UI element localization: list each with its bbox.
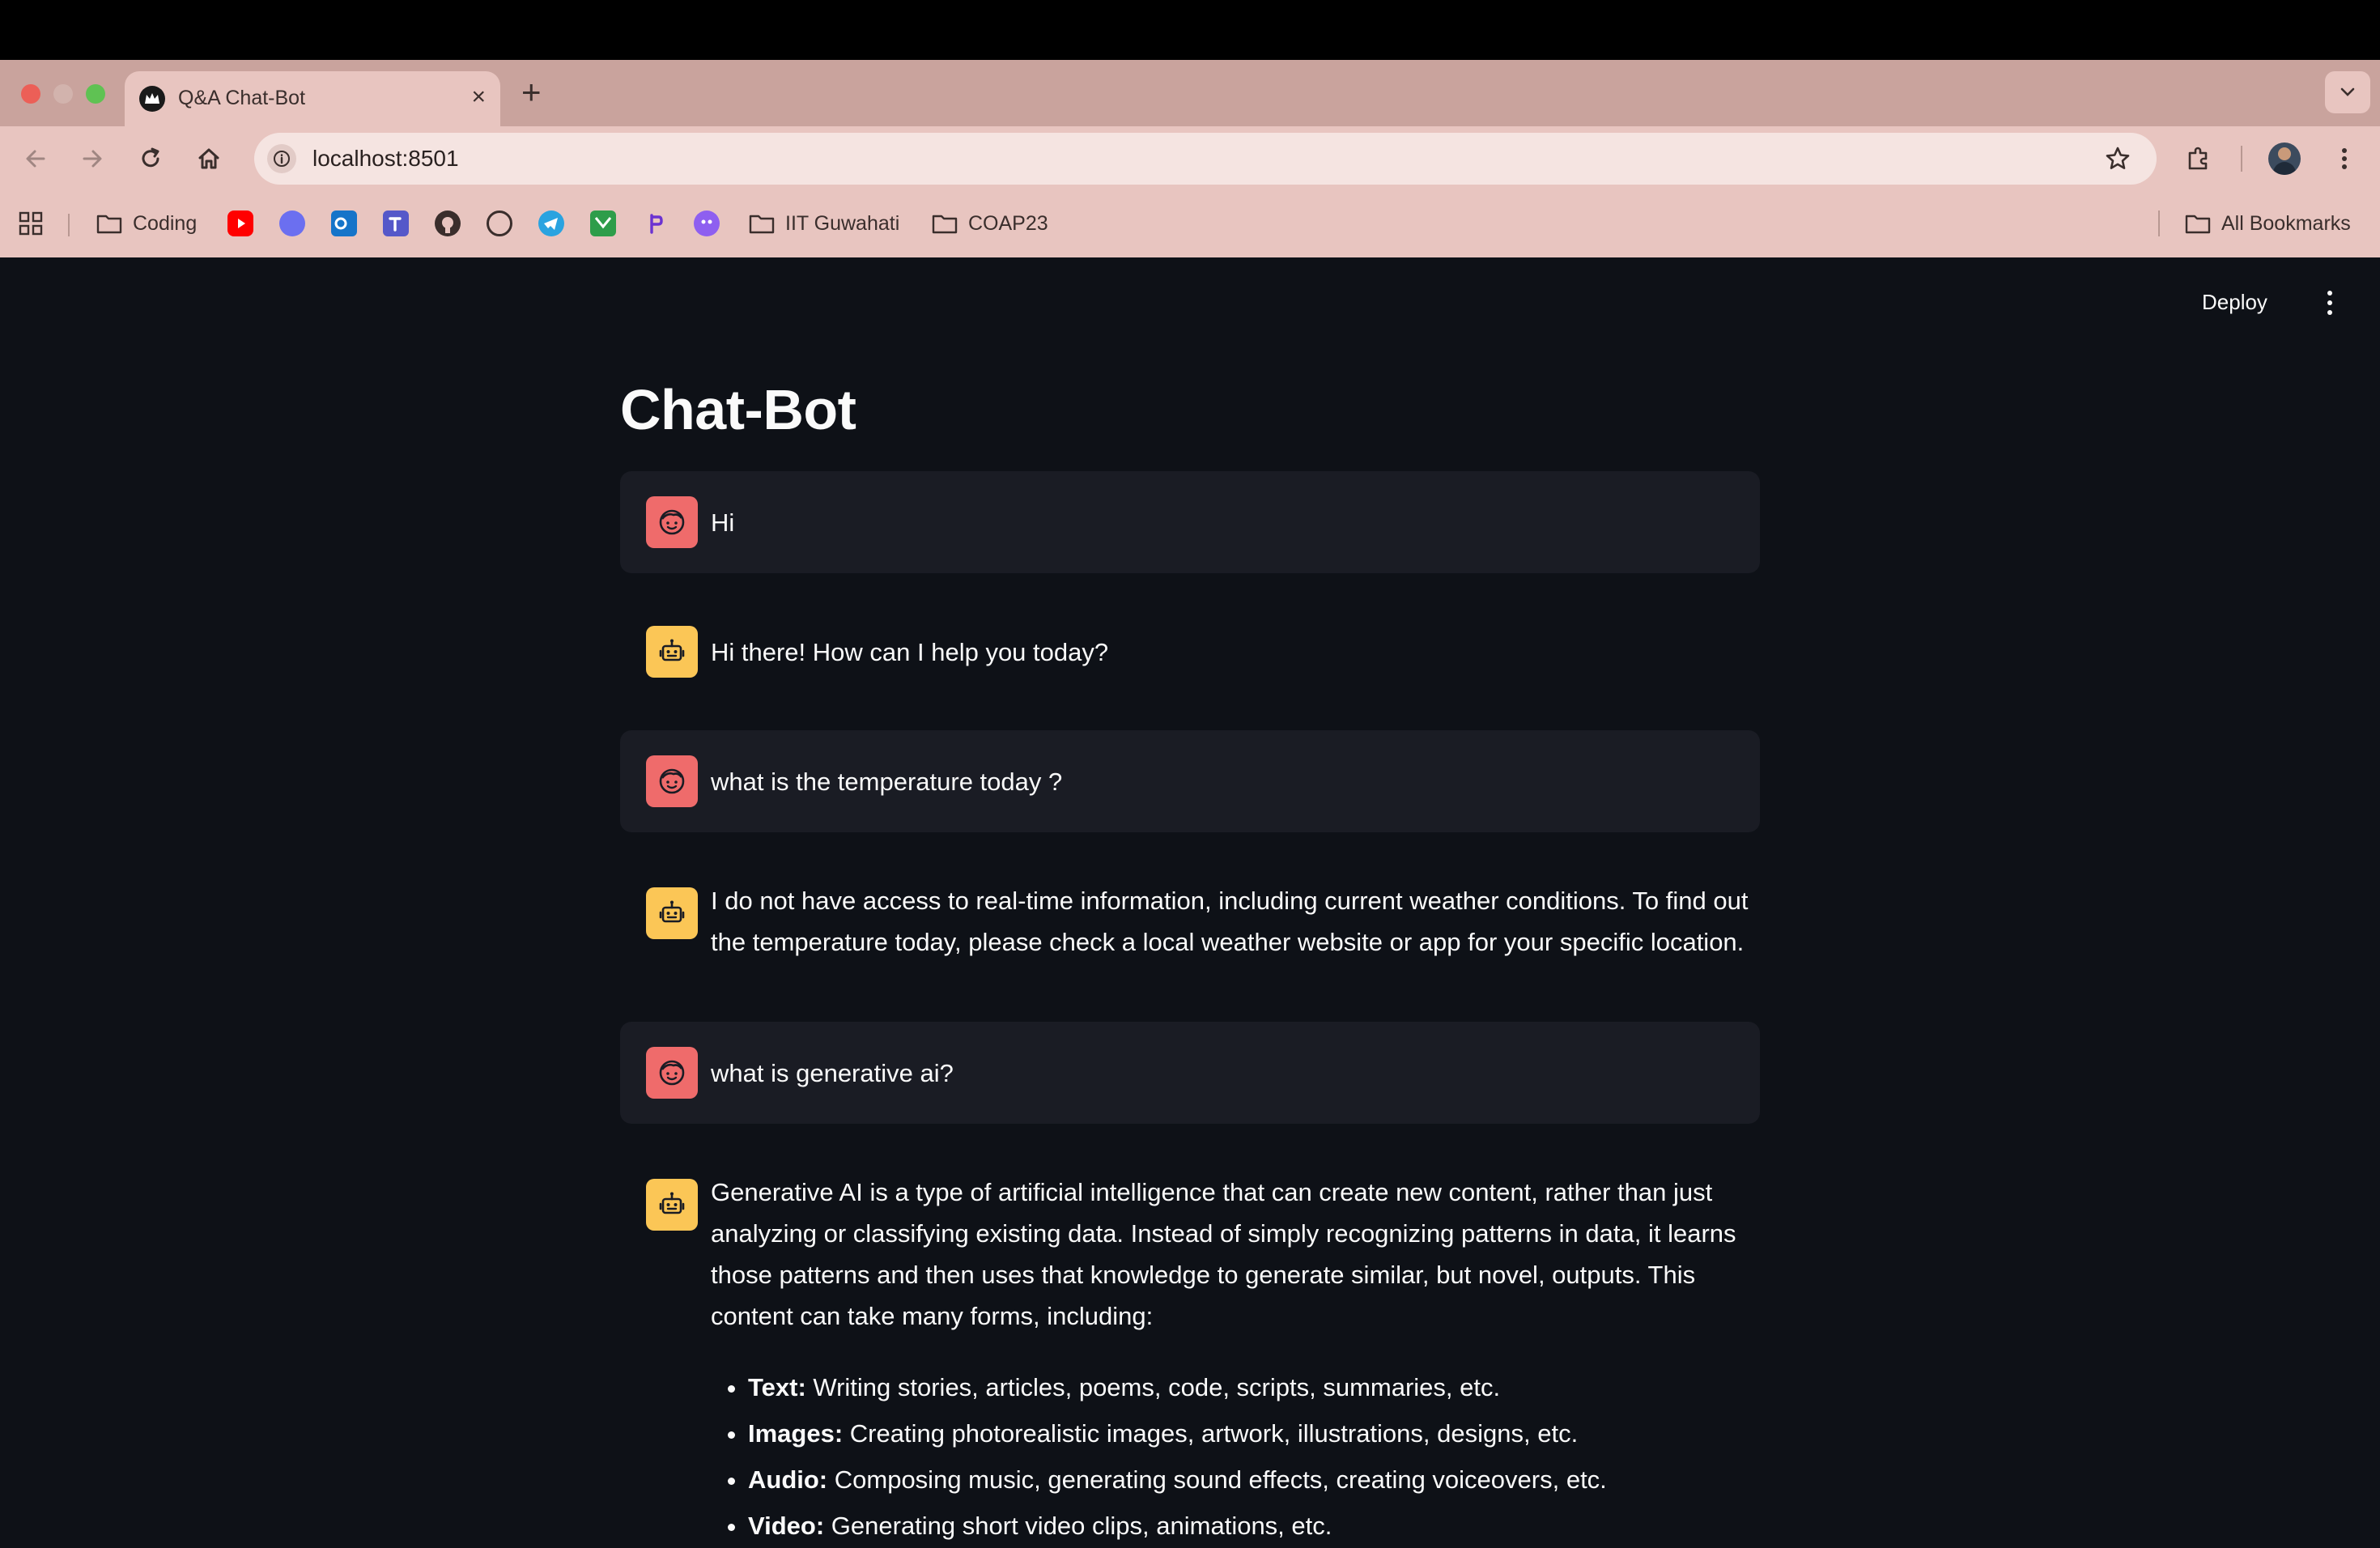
- message-text: what is generative ai?: [711, 1059, 954, 1087]
- browser-chrome: Q&A Chat-Bot × + localhost:8501 Coding I…: [0, 60, 2380, 257]
- github-icon[interactable]: [435, 211, 461, 236]
- folder-icon: [749, 215, 775, 234]
- toolbar-divider: [2241, 146, 2242, 172]
- content-forms-list: Text: Writing stories, articles, poems, …: [711, 1364, 1760, 1548]
- reload-icon[interactable]: [136, 144, 165, 173]
- back-arrow-icon[interactable]: [21, 144, 50, 173]
- navigation-bar: localhost:8501: [0, 126, 2380, 191]
- list-item: Images: Creating photorealistic images, …: [748, 1410, 1760, 1457]
- outlook-icon[interactable]: [331, 211, 357, 236]
- url-text[interactable]: localhost:8501: [312, 145, 459, 172]
- copilot-icon[interactable]: [279, 211, 305, 236]
- address-bar[interactable]: localhost:8501: [254, 133, 2157, 185]
- streamlit-favicon-icon: [139, 86, 165, 112]
- list-item-description: Composing music, generating sound effect…: [827, 1465, 1607, 1494]
- list-item: Video: Generating short video clips, ani…: [748, 1503, 1760, 1548]
- tab-strip: Q&A Chat-Bot × +: [0, 60, 2380, 126]
- message-text: Hi there! How can I help you today?: [711, 638, 1109, 666]
- home-icon[interactable]: [194, 144, 223, 173]
- tab-search-button[interactable]: [2325, 71, 2370, 113]
- folder-icon: [96, 215, 122, 234]
- chat-message-assistant: I do not have access to real-time inform…: [620, 860, 1760, 996]
- list-item-description: Creating photorealistic images, artwork,…: [843, 1419, 1579, 1448]
- bookmark-folder-iit-guwahati[interactable]: IIT Guwahati: [748, 207, 899, 240]
- bookmark-label: COAP23: [968, 211, 1048, 235]
- folder-icon: [932, 215, 958, 234]
- bookmarks-divider: [2158, 211, 2160, 236]
- bookmark-label: Coding: [133, 211, 198, 235]
- tab-close-icon[interactable]: ×: [471, 83, 486, 111]
- bookmarks-bar: Coding IIT Guwahati COAP23 All Bookmarks: [0, 191, 2380, 257]
- robot-icon: [646, 626, 698, 678]
- green-app-icon[interactable]: [590, 211, 616, 236]
- bookmark-label: IIT Guwahati: [785, 211, 900, 235]
- streamlit-app: Deploy Chat-Bot Hi Hi there! How can I h…: [0, 257, 2380, 1548]
- chat-message-assistant: Hi there! How can I help you today?: [620, 601, 1760, 703]
- apps-grid-icon[interactable]: [18, 207, 44, 240]
- bookmark-folder-coding[interactable]: Coding: [96, 207, 197, 240]
- profile-avatar[interactable]: [2268, 142, 2301, 175]
- robot-icon: [646, 887, 698, 939]
- list-item: Audio: Composing music, generating sound…: [748, 1457, 1760, 1503]
- youtube-icon[interactable]: [227, 211, 253, 236]
- message-text: I do not have access to real-time inform…: [711, 887, 1749, 956]
- deploy-button[interactable]: Deploy: [2202, 288, 2267, 316]
- tab-active[interactable]: Q&A Chat-Bot ×: [125, 71, 500, 126]
- teams-icon[interactable]: [383, 211, 409, 236]
- message-text: what is the temperature today ?: [711, 768, 1063, 796]
- tab-title: Q&A Chat-Bot: [178, 87, 306, 109]
- browser-menu-icon[interactable]: [2330, 144, 2359, 173]
- close-window-button[interactable]: [21, 84, 40, 104]
- list-item-term: Text:: [748, 1373, 806, 1401]
- chat-message-user: what is the temperature today ?: [620, 730, 1760, 832]
- list-item-term: Video:: [748, 1512, 825, 1540]
- extensions-puzzle-icon[interactable]: [2184, 144, 2213, 173]
- chat-message-assistant: Generative AI is a type of artificial in…: [620, 1151, 1760, 1548]
- chevron-down-icon: [2340, 87, 2355, 96]
- list-item: Text: Writing stories, articles, poems, …: [748, 1364, 1760, 1410]
- message-text: Hi: [711, 508, 735, 537]
- message-paragraph: Generative AI is a type of artificial in…: [711, 1178, 1736, 1330]
- bookmarks-divider: [68, 214, 70, 236]
- bookmark-star-icon[interactable]: [2103, 144, 2132, 177]
- chat-message-user: Hi: [620, 471, 1760, 573]
- openai-icon[interactable]: [487, 211, 512, 236]
- maximize-window-button[interactable]: [86, 84, 105, 104]
- list-item-description: Writing stories, articles, poems, code, …: [805, 1373, 1501, 1401]
- face-icon: [646, 755, 698, 807]
- chat-message-user: what is generative ai?: [620, 1022, 1760, 1124]
- forward-arrow-icon[interactable]: [78, 144, 107, 173]
- list-item-term: Audio:: [748, 1465, 828, 1494]
- system-menu-bar: [0, 0, 2380, 60]
- ghost-app-icon[interactable]: [694, 211, 720, 236]
- app-menu-icon[interactable]: [2318, 287, 2341, 319]
- page-title: Chat-Bot: [620, 378, 856, 441]
- telegram-icon[interactable]: [538, 211, 564, 236]
- face-icon: [646, 496, 698, 548]
- robot-icon: [646, 1179, 698, 1231]
- folder-icon: [2185, 215, 2211, 234]
- new-tab-button[interactable]: +: [521, 75, 542, 109]
- message-text: Generative AI is a type of artificial in…: [711, 1172, 1760, 1548]
- bookmark-folder-coap23[interactable]: COAP23: [931, 207, 1048, 240]
- all-bookmarks-folder[interactable]: All Bookmarks: [2184, 207, 2351, 240]
- site-info-icon[interactable]: [267, 144, 296, 173]
- bookmark-label: All Bookmarks: [2221, 211, 2351, 235]
- face-icon: [646, 1047, 698, 1099]
- phonepe-icon[interactable]: [642, 211, 668, 236]
- list-item-term: Images:: [748, 1419, 844, 1448]
- list-item-description: Generating short video clips, animations…: [824, 1512, 1332, 1540]
- minimize-window-button[interactable]: [53, 84, 73, 104]
